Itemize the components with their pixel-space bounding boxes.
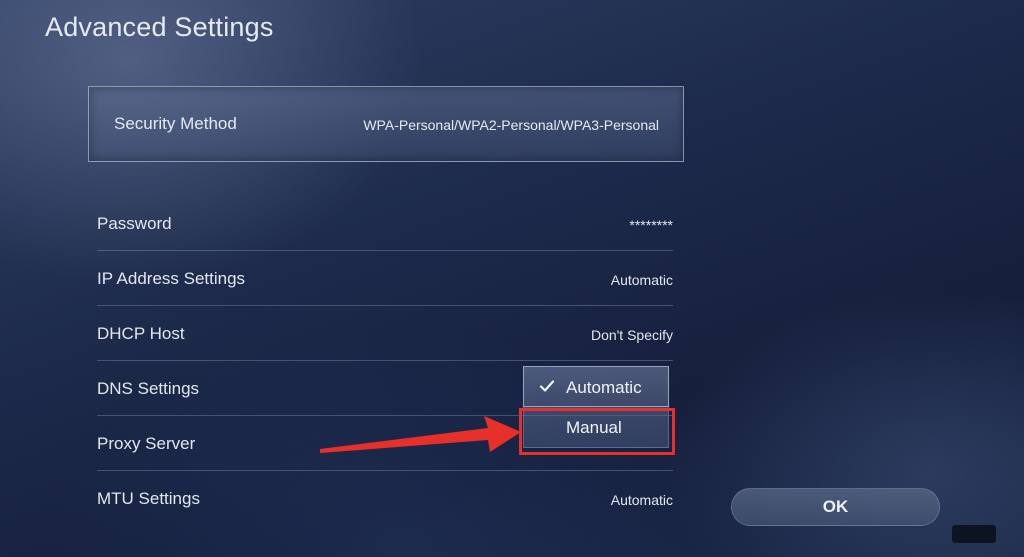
dns-settings-dropdown: Automatic Manual bbox=[523, 366, 669, 448]
password-row[interactable]: Password ******** bbox=[97, 196, 673, 251]
ip-address-settings-row[interactable]: IP Address Settings Automatic bbox=[97, 251, 673, 306]
dns-option-manual[interactable]: Manual bbox=[523, 407, 669, 448]
dns-option-manual-label: Manual bbox=[566, 418, 622, 437]
password-value: ******** bbox=[629, 217, 673, 233]
dhcp-host-row[interactable]: DHCP Host Don't Specify bbox=[97, 306, 673, 361]
dns-option-automatic-label: Automatic bbox=[566, 378, 642, 397]
proxy-server-label: Proxy Server bbox=[97, 434, 196, 453]
dns-option-automatic[interactable]: Automatic bbox=[523, 366, 669, 407]
ip-address-settings-value: Automatic bbox=[610, 272, 673, 288]
mtu-settings-row[interactable]: MTU Settings Automatic bbox=[97, 471, 673, 525]
dhcp-host-label: DHCP Host bbox=[97, 324, 185, 343]
page-title: Advanced Settings bbox=[45, 12, 274, 42]
security-method-row[interactable]: Security Method WPA-Personal/WPA2-Person… bbox=[88, 86, 684, 162]
ok-button[interactable]: OK bbox=[731, 488, 940, 526]
mtu-settings-value: Automatic bbox=[610, 492, 673, 508]
security-method-value: WPA-Personal/WPA2-Personal/WPA3-Personal bbox=[363, 117, 659, 133]
dhcp-host-value: Don't Specify bbox=[590, 327, 673, 343]
ip-address-settings-label: IP Address Settings bbox=[97, 269, 246, 288]
dns-settings-label: DNS Settings bbox=[97, 379, 200, 398]
mtu-settings-label: MTU Settings bbox=[97, 489, 200, 508]
watermark bbox=[952, 525, 996, 543]
security-method-label: Security Method bbox=[114, 114, 237, 133]
password-label: Password bbox=[97, 214, 172, 233]
settings-list: Password ******** IP Address Settings Au… bbox=[97, 196, 673, 525]
